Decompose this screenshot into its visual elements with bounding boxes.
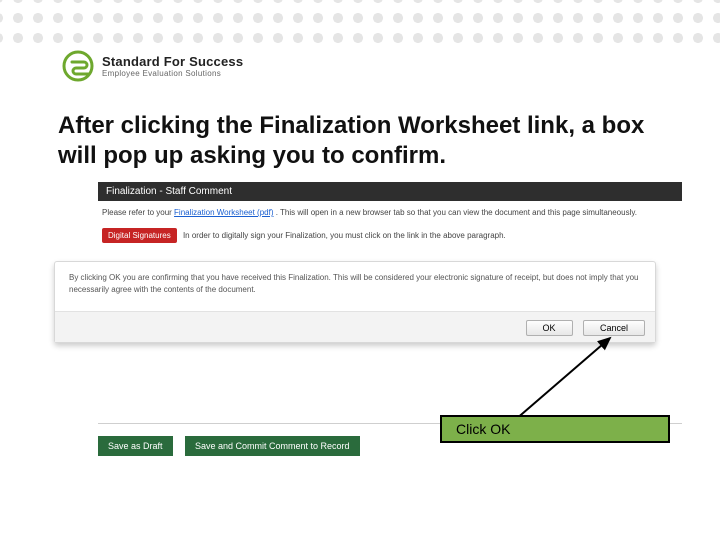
- ok-button[interactable]: OK: [526, 320, 573, 336]
- save-draft-button[interactable]: Save as Draft: [98, 436, 173, 456]
- finalization-worksheet-link[interactable]: Finalization Worksheet (pdf): [174, 208, 273, 217]
- confirm-modal-buttons: OK Cancel: [55, 311, 655, 342]
- save-commit-button[interactable]: Save and Commit Comment to Record: [185, 436, 360, 456]
- panel-header: Finalization - Staff Comment: [98, 182, 682, 201]
- digital-signatures-text: In order to digitally sign your Finaliza…: [183, 231, 506, 240]
- confirm-modal-message: By clicking OK you are confirming that y…: [55, 262, 655, 310]
- brand-tagline: Employee Evaluation Solutions: [102, 69, 243, 78]
- brand-logo-block: Standard For Success Employee Evaluation…: [62, 50, 243, 82]
- callout-box: Click OK: [440, 415, 670, 443]
- header-dots: [0, 0, 720, 52]
- refer-suffix: . This will open in a new browser tab so…: [276, 208, 637, 217]
- callout-text: Click OK: [456, 421, 510, 437]
- brand-mark-icon: [62, 50, 94, 82]
- cancel-button[interactable]: Cancel: [583, 320, 645, 336]
- digital-signatures-badge: Digital Signatures: [102, 228, 177, 243]
- refer-prefix: Please refer to your: [102, 208, 174, 217]
- confirm-modal: By clicking OK you are confirming that y…: [54, 261, 656, 342]
- slide-title: After clicking the Finalization Workshee…: [58, 111, 648, 171]
- brand-name: Standard For Success: [102, 54, 243, 69]
- panel-body: Please refer to your Finalization Worksh…: [98, 201, 682, 243]
